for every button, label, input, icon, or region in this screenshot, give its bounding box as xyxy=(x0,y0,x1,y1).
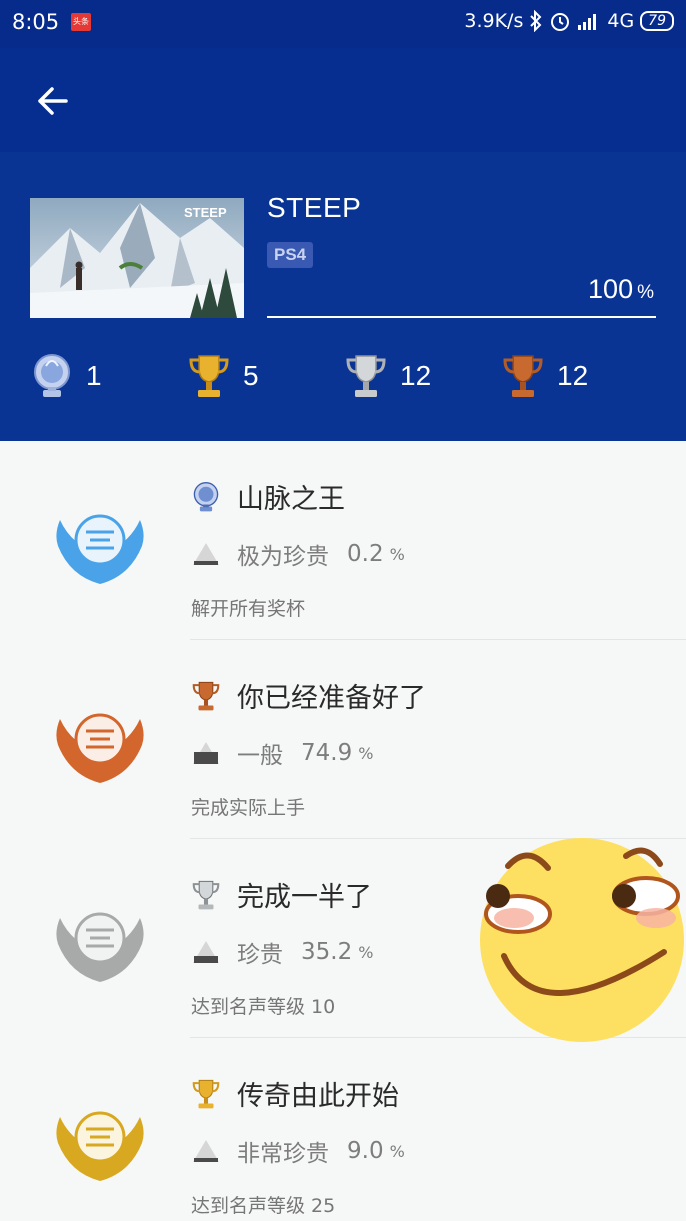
trophy-title: 山脉之王 xyxy=(191,477,345,516)
rarity-pyramid-icon xyxy=(193,543,219,565)
trophy-rarity: 非常珍贵 9.0% xyxy=(191,1134,405,1168)
rarity-pyramid-icon xyxy=(193,1140,219,1162)
gold-count: 5 xyxy=(243,360,259,391)
bronze-count: 12 xyxy=(557,360,589,391)
platinum-trophy-icon xyxy=(34,354,70,397)
smirk-emoji-sticker[interactable] xyxy=(478,836,686,1044)
app-notification-icon: 头条 xyxy=(71,13,91,31)
rarity-unit: % xyxy=(389,544,405,564)
platform-badge: PS4 xyxy=(267,242,314,268)
trophy-badge-icon xyxy=(56,912,144,982)
game-header: STEEP STEEP PS4 100% 1 5 12 12 xyxy=(0,152,686,441)
bluetooth-icon xyxy=(530,10,542,32)
rarity-label: 珍贵 xyxy=(237,942,283,968)
rarity-pyramid-icon xyxy=(193,742,219,764)
progress-bar-fill xyxy=(267,316,656,318)
trophy-badge-icon xyxy=(56,713,144,783)
status-indicators: 3.9K/s 4G 79 xyxy=(464,10,674,32)
trophy-rarity: 极为珍贵 0.2% xyxy=(191,537,405,571)
gold-trophy-icon xyxy=(189,355,229,397)
network-type: 4G xyxy=(607,10,635,32)
battery-icon: 79 xyxy=(640,11,674,31)
trophy-title: 完成一半了 xyxy=(191,875,372,914)
trophy-name: 完成一半了 xyxy=(237,882,372,913)
trophy-rarity: 珍贵 35.2% xyxy=(191,935,373,969)
game-title: STEEP xyxy=(267,192,362,223)
platinum-trophy-icon xyxy=(193,481,219,511)
rarity-label: 极为珍贵 xyxy=(237,544,329,570)
trophy-badge-icon xyxy=(56,1111,144,1181)
trophy-description: 解开所有奖杯 xyxy=(191,598,306,620)
trophy-name: 山脉之王 xyxy=(237,484,345,515)
rarity-unit: % xyxy=(389,1141,405,1161)
cover-logo-text: STEEP xyxy=(184,205,227,220)
completion-unit: % xyxy=(637,282,654,303)
rarity-pyramid-icon xyxy=(193,941,219,963)
status-time: 8:05 xyxy=(12,10,60,34)
count-bronze: 12 xyxy=(501,348,588,404)
signal-icon xyxy=(578,14,597,30)
rarity-unit: % xyxy=(358,743,374,763)
gold-trophy-icon xyxy=(192,1079,220,1108)
trophy-description: 达到名声等级 10 xyxy=(191,996,336,1018)
rarity-percent: 35.2 xyxy=(301,939,353,965)
trophy-badge-icon xyxy=(56,514,144,584)
completion-progress: 100% xyxy=(588,274,654,305)
bronze-trophy-icon xyxy=(503,355,543,397)
arrow-left-icon[interactable] xyxy=(30,78,76,124)
rarity-percent: 74.9 xyxy=(301,740,353,766)
bronze-trophy-icon xyxy=(192,681,220,710)
silver-trophy-icon xyxy=(346,355,386,397)
trophy-rarity: 一般 74.9% xyxy=(191,736,373,770)
rarity-label: 非常珍贵 xyxy=(237,1141,329,1167)
trophy-description: 完成实际上手 xyxy=(191,797,306,819)
trophy-row[interactable]: 山脉之王 极为珍贵 0.2% 解开所有奖杯 xyxy=(0,441,686,640)
silver-trophy-icon xyxy=(192,880,220,909)
trophy-description: 达到名声等级 25 xyxy=(191,1195,336,1217)
platinum-count: 1 xyxy=(86,360,102,391)
completion-percent: 100 xyxy=(588,274,634,304)
trophy-title: 你已经准备好了 xyxy=(191,676,426,715)
alarm-icon xyxy=(551,13,570,31)
trophy-title: 传奇由此开始 xyxy=(191,1074,399,1113)
count-gold: 5 xyxy=(187,348,259,404)
trophy-name: 传奇由此开始 xyxy=(237,1081,399,1112)
status-bar: 8:05 头条 3.9K/s 4G 79 xyxy=(0,0,686,48)
trophy-row[interactable]: 你已经准备好了 一般 74.9% 完成实际上手 xyxy=(0,640,686,839)
rarity-unit: % xyxy=(358,942,374,962)
rarity-percent: 0.2 xyxy=(347,541,384,567)
trophy-name: 你已经准备好了 xyxy=(237,683,426,714)
rarity-percent: 9.0 xyxy=(347,1138,384,1164)
rarity-label: 一般 xyxy=(237,743,283,769)
count-platinum: 1 xyxy=(30,348,102,404)
count-silver: 12 xyxy=(344,348,431,404)
network-speed: 3.9K/s xyxy=(464,10,524,32)
silver-count: 12 xyxy=(400,360,432,391)
trophy-row[interactable]: 传奇由此开始 非常珍贵 9.0% 达到名声等级 25 xyxy=(0,1038,686,1221)
progress-bar xyxy=(267,316,656,318)
game-cover-image: STEEP xyxy=(30,198,244,318)
app-bar xyxy=(0,48,686,152)
trophy-counts: 1 5 12 12 xyxy=(0,348,686,408)
